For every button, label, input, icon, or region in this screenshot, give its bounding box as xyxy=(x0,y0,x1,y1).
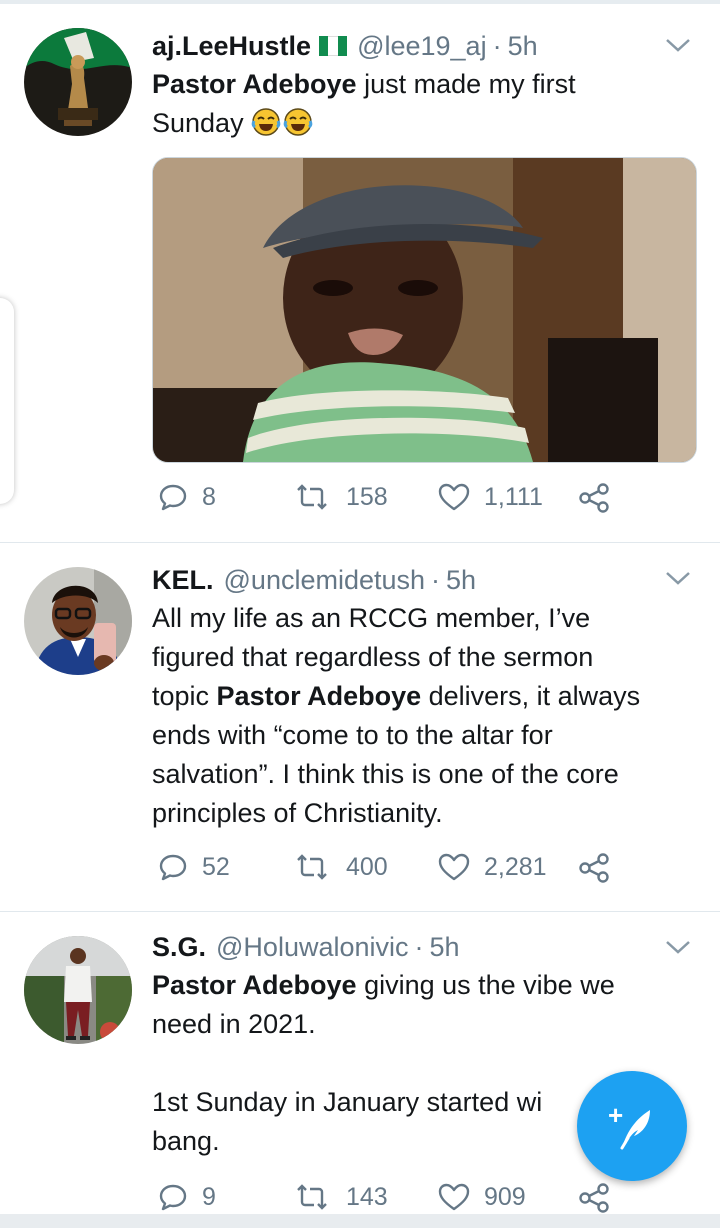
separator-dot: · xyxy=(431,565,441,595)
share-button[interactable] xyxy=(578,852,610,884)
tweet-actions: 8 158 1,111 xyxy=(152,482,672,522)
plus-glyph: + xyxy=(608,1100,623,1130)
avatar[interactable] xyxy=(24,936,132,1044)
bottom-bar xyxy=(0,1214,720,1228)
like-count: 909 xyxy=(484,1182,526,1211)
heart-icon xyxy=(438,853,470,881)
like-button[interactable]: 909 xyxy=(438,1182,526,1212)
reply-button[interactable]: 52 xyxy=(158,852,230,882)
separator-dot: · xyxy=(414,932,424,962)
reply-count: 52 xyxy=(202,852,230,881)
like-button[interactable]: 2,281 xyxy=(438,852,547,882)
author-handle[interactable]: @Holuwalonivic xyxy=(216,929,408,965)
like-button[interactable]: 1,111 xyxy=(438,482,543,512)
author-name[interactable]: aj.LeeHustle xyxy=(152,28,311,64)
tweet-actions: 52 400 2,281 xyxy=(152,852,672,892)
share-button[interactable] xyxy=(578,482,610,514)
reply-button[interactable]: 9 xyxy=(158,1182,216,1212)
tweet-header: KEL. @unclemidetush · 5h xyxy=(152,562,697,598)
tweet-text: All my life as an RCCG member, I’ve figu… xyxy=(152,603,641,828)
tweet-text: Pastor Adeboye just made my first Sunday xyxy=(152,69,576,138)
share-icon xyxy=(579,1183,609,1213)
compose-tweet-icon: + xyxy=(608,1100,650,1150)
author-name[interactable]: KEL. xyxy=(152,562,214,598)
bold-mention: Pastor Adeboye xyxy=(216,681,422,711)
tears-of-joy-emoji-icon xyxy=(251,108,281,136)
retweet-count: 143 xyxy=(346,1182,388,1211)
retweet-button[interactable]: 158 xyxy=(292,482,388,512)
timestamp[interactable]: 5h xyxy=(430,929,460,965)
like-count: 2,281 xyxy=(484,852,547,881)
retweet-icon xyxy=(297,1184,327,1210)
retweet-button[interactable]: 143 xyxy=(292,1182,388,1212)
reply-count: 8 xyxy=(202,482,216,511)
chevron-down-icon[interactable] xyxy=(664,569,692,589)
reply-icon xyxy=(159,854,187,881)
retweet-icon xyxy=(297,854,327,880)
timestamp[interactable]: 5h xyxy=(508,28,538,64)
author-name[interactable]: S.G. xyxy=(152,929,206,965)
bold-mention: Pastor Adeboye xyxy=(152,970,357,1000)
avatar[interactable] xyxy=(24,28,132,136)
tears-of-joy-emoji-icon xyxy=(283,108,313,136)
heart-icon xyxy=(438,483,470,511)
separator-dot: · xyxy=(492,31,502,61)
reply-button[interactable]: 8 xyxy=(158,482,216,512)
timestamp[interactable]: 5h xyxy=(446,562,476,598)
tweet-1[interactable]: aj.LeeHustle @lee19_aj · 5h Pastor Adebo… xyxy=(0,0,720,542)
tweet-image[interactable] xyxy=(152,157,697,463)
author-handle[interactable]: @unclemidetush xyxy=(224,562,426,598)
retweet-button[interactable]: 400 xyxy=(292,852,388,882)
retweet-count: 400 xyxy=(346,852,388,881)
heart-icon xyxy=(438,1183,470,1211)
share-icon xyxy=(579,853,609,883)
avatar[interactable] xyxy=(24,567,132,675)
tweet-2[interactable]: KEL. @unclemidetush · 5h All my life as … xyxy=(0,543,720,911)
retweet-icon xyxy=(297,484,327,510)
reply-icon xyxy=(159,1184,187,1211)
tweet-header: S.G. @Holuwalonivic · 5h xyxy=(152,929,697,965)
reply-icon xyxy=(159,484,187,511)
like-count: 1,111 xyxy=(484,482,543,511)
share-icon xyxy=(579,483,609,513)
share-button[interactable] xyxy=(578,1182,610,1214)
tweet-header: aj.LeeHustle @lee19_aj · 5h xyxy=(152,28,697,64)
bold-mention: Pastor Adeboye xyxy=(152,69,357,99)
reply-count: 9 xyxy=(202,1182,216,1211)
chevron-down-icon[interactable] xyxy=(664,938,692,958)
chevron-down-icon[interactable] xyxy=(664,36,692,56)
compose-tweet-button[interactable]: + xyxy=(577,1071,687,1181)
nigeria-flag-icon xyxy=(319,36,348,56)
retweet-count: 158 xyxy=(346,482,388,511)
author-handle[interactable]: @lee19_aj xyxy=(357,28,487,64)
